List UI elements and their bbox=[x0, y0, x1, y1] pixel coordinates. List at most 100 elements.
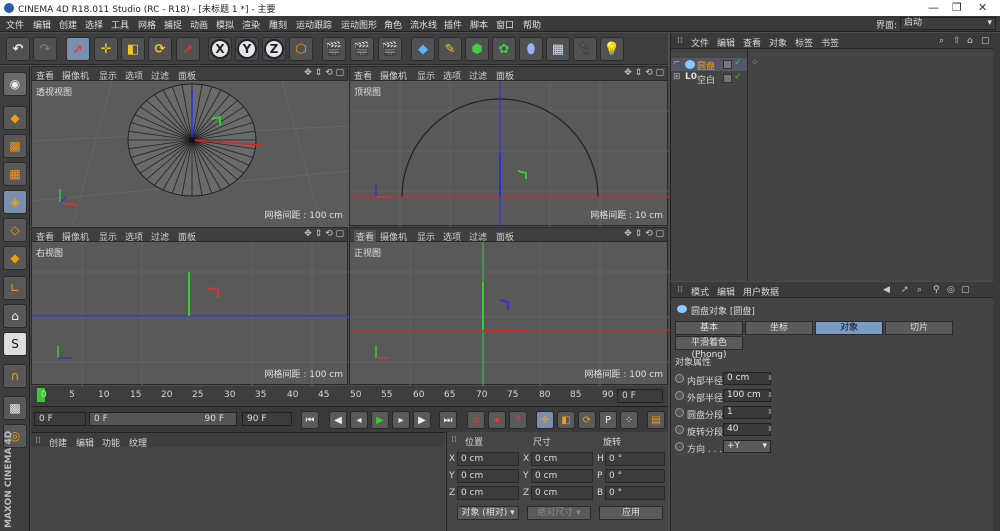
attr-menu-mode[interactable]: 模式 bbox=[691, 285, 709, 298]
drag-handle-icon[interactable]: ⁞⁞ bbox=[677, 36, 683, 46]
viewport-nav-controls[interactable]: ✥ ⇕ ⟲ ▢ bbox=[304, 229, 344, 239]
menu-simulate[interactable]: 模拟 bbox=[216, 18, 234, 31]
animate-toggle[interactable] bbox=[675, 408, 684, 417]
edges-mode-button[interactable]: ◇ bbox=[3, 218, 27, 242]
end-frame-field[interactable]: 90 F bbox=[242, 412, 292, 426]
obj-menu-bookmarks[interactable]: 书签 bbox=[821, 36, 839, 49]
size-x-field[interactable]: 0 cm bbox=[531, 452, 593, 466]
scale-tool-button[interactable]: ◧ bbox=[121, 37, 145, 61]
camera-button[interactable]: 🎥 bbox=[573, 37, 597, 61]
locked-workplane-button[interactable]: ▩ bbox=[3, 396, 27, 420]
undo-button[interactable]: ↶ bbox=[6, 37, 30, 61]
viewport-nav-controls[interactable]: ✥ ⇕ ⟲ ▢ bbox=[304, 68, 344, 78]
search-icon[interactable]: ⌕ bbox=[917, 285, 922, 295]
drag-handle-icon[interactable]: ⁞⁞ bbox=[677, 285, 683, 295]
start-frame-field[interactable]: 0 F bbox=[34, 412, 86, 426]
viewport-nav-controls[interactable]: ✥ ⇕ ⟲ ▢ bbox=[624, 68, 664, 78]
x-axis-lock-button[interactable]: X bbox=[208, 37, 232, 61]
obj-menu-tags[interactable]: 标签 bbox=[795, 36, 813, 49]
workplane-mode-button[interactable]: ▦ bbox=[3, 162, 27, 186]
menu-character[interactable]: 角色 bbox=[384, 18, 402, 31]
orientation-select[interactable]: +Y ▾ bbox=[723, 440, 771, 453]
menu-edit[interactable]: 编辑 bbox=[33, 18, 51, 31]
viewport-perspective[interactable]: 查看 摄像机 显示 选项 过滤 面板 ✥ ⇕ ⟲ ▢ 透视视图 网格间距 : 1… bbox=[31, 66, 349, 227]
go-to-end-button[interactable]: ⏭ bbox=[439, 411, 457, 429]
keyframe-selection-button[interactable]: ? bbox=[509, 411, 527, 429]
menu-pipeline[interactable]: 流水线 bbox=[410, 18, 437, 31]
key-scale-button[interactable]: ◧ bbox=[557, 411, 575, 429]
next-key-button[interactable]: ▶ bbox=[413, 411, 431, 429]
tab-phong[interactable]: 平滑着色(Phong) bbox=[675, 336, 743, 360]
animate-toggle[interactable] bbox=[675, 391, 684, 400]
render-view-button[interactable]: 🎬 bbox=[322, 37, 346, 61]
menu-help[interactable]: 帮助 bbox=[523, 18, 541, 31]
polygons-mode-button[interactable]: ◆ bbox=[3, 246, 27, 270]
axis-mode-button[interactable]: ∟ bbox=[3, 276, 27, 300]
menu-window[interactable]: 窗口 bbox=[496, 18, 514, 31]
autokey-button[interactable]: ⏺ bbox=[488, 411, 506, 429]
drag-handle-icon[interactable]: ⁞⁞ bbox=[35, 436, 41, 446]
position-x-field[interactable]: 0 cm bbox=[457, 452, 519, 466]
cloner-button[interactable]: ✿ bbox=[492, 37, 516, 61]
texture-mode-button[interactable]: ▩ bbox=[3, 134, 27, 158]
visibility-toggle[interactable] bbox=[723, 74, 732, 83]
menu-create[interactable]: 创建 bbox=[59, 18, 77, 31]
light-button[interactable]: 💡 bbox=[600, 37, 624, 61]
visibility-toggle[interactable] bbox=[723, 60, 732, 69]
viewport-top[interactable]: 查看 摄像机 显示 选项 过滤 面板 ✥ ⇕ ⟲ ▢ 顶视图 网格间距 : 10… bbox=[349, 66, 669, 227]
key-parameter-button[interactable]: P bbox=[599, 411, 617, 429]
position-z-field[interactable]: 0 cm bbox=[457, 486, 519, 500]
new-window-icon[interactable]: ▢ bbox=[961, 285, 970, 295]
enabled-check-icon[interactable]: ✓ bbox=[734, 72, 742, 82]
phong-tag-icon[interactable]: ⁘ bbox=[751, 58, 759, 68]
mat-menu-function[interactable]: 功能 bbox=[102, 436, 120, 449]
rotation-b-field[interactable]: 0 ° bbox=[605, 486, 665, 500]
object-row-disc[interactable]: ⌐ 圆盘 ✓ ⁘ bbox=[671, 58, 759, 72]
lock-icon[interactable]: ⚲ bbox=[933, 285, 940, 295]
coordinate-mode-select[interactable]: 对象 (相对) ▾ bbox=[457, 506, 519, 520]
model-mode-button[interactable]: ◆ bbox=[3, 106, 27, 130]
position-y-field[interactable]: 0 cm bbox=[457, 469, 519, 483]
menu-render[interactable]: 渲染 bbox=[242, 18, 260, 31]
y-axis-lock-button[interactable]: Y bbox=[235, 37, 259, 61]
menu-sculpt[interactable]: 雕刻 bbox=[269, 18, 287, 31]
menu-file[interactable]: 文件 bbox=[6, 18, 24, 31]
apply-button[interactable]: 应用 bbox=[599, 506, 663, 520]
subdivision-surface-button[interactable]: ⬢ bbox=[465, 37, 489, 61]
timeline-ruler[interactable]: 0 5 10 15 20 25 30 35 40 45 50 55 60 65 … bbox=[31, 386, 668, 406]
viewport-nav-controls[interactable]: ✥ ⇕ ⟲ ▢ bbox=[624, 229, 664, 239]
obj-menu-object[interactable]: 对象 bbox=[769, 36, 787, 49]
next-frame-button[interactable]: ▸ bbox=[392, 411, 410, 429]
deformer-button[interactable]: ⬮ bbox=[519, 37, 543, 61]
timeline-window-button[interactable]: ▤ bbox=[647, 411, 665, 429]
z-axis-lock-button[interactable]: Z bbox=[262, 37, 286, 61]
spinner-icon[interactable]: ⇕ bbox=[767, 408, 773, 416]
menu-snap[interactable]: 捕捉 bbox=[164, 18, 182, 31]
points-mode-button[interactable]: ◈ bbox=[3, 190, 27, 214]
record-active-button[interactable]: ⊘ bbox=[467, 411, 485, 429]
make-editable-button[interactable]: ◉ bbox=[3, 72, 27, 96]
key-rotation-button[interactable]: ⟳ bbox=[578, 411, 596, 429]
mat-menu-texture[interactable]: 纹理 bbox=[129, 436, 147, 449]
move-tool-button[interactable]: ✛ bbox=[94, 37, 118, 61]
size-y-field[interactable]: 0 cm bbox=[531, 469, 593, 483]
rotation-p-field[interactable]: 0 ° bbox=[605, 469, 665, 483]
redo-button[interactable]: ↷ bbox=[33, 37, 57, 61]
mat-menu-create[interactable]: 创建 bbox=[49, 436, 67, 449]
inner-radius-field[interactable]: 0 cm bbox=[723, 372, 771, 385]
tab-coord[interactable]: 坐标 bbox=[745, 321, 813, 335]
material-manager[interactable]: ⁞⁞ 创建 编辑 功能 纹理 bbox=[31, 432, 445, 531]
floor-button[interactable]: ▦ bbox=[546, 37, 570, 61]
recent-tools-button[interactable]: ➚ bbox=[176, 37, 200, 61]
layout-select[interactable]: 启动 ▾ bbox=[900, 17, 996, 30]
outer-radius-field[interactable]: 100 cm bbox=[723, 389, 771, 402]
tab-basic[interactable]: 基本 bbox=[675, 321, 743, 335]
minimize-button[interactable]: — bbox=[928, 1, 939, 14]
tweak-mode-button[interactable]: ⌂ bbox=[3, 304, 27, 328]
close-button[interactable]: ✕ bbox=[978, 1, 987, 14]
disc-segments-field[interactable]: 1 bbox=[723, 406, 771, 419]
spline-pen-button[interactable]: ✎ bbox=[438, 37, 462, 61]
cube-object-button[interactable]: ◆ bbox=[411, 37, 435, 61]
menu-mograph[interactable]: 运动图形 bbox=[341, 18, 377, 31]
key-pla-button[interactable]: ⁘ bbox=[620, 411, 638, 429]
